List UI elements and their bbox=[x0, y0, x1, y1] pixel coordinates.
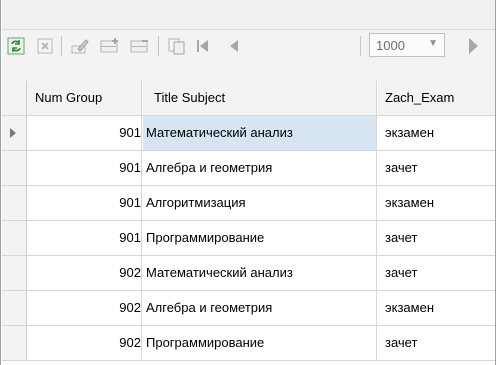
page-size-select[interactable]: 1000 ▼ bbox=[369, 33, 445, 57]
num-group-cell[interactable]: 902 bbox=[27, 256, 142, 290]
column-header[interactable]: Zach_Exam bbox=[378, 81, 495, 115]
previous-page-icon[interactable] bbox=[224, 36, 244, 56]
zach-exam-cell[interactable]: зачет bbox=[378, 151, 495, 185]
num-group-cell[interactable]: 902 bbox=[27, 326, 142, 360]
row-indicator[interactable] bbox=[2, 186, 27, 220]
refresh-icon[interactable] bbox=[6, 36, 26, 56]
first-page-icon[interactable] bbox=[192, 36, 212, 56]
table-row[interactable]: 901 Алгоритмизация экзамен bbox=[2, 186, 495, 221]
table-row[interactable]: 901 Математический анализ экзамен bbox=[2, 116, 495, 151]
row-indicator[interactable] bbox=[2, 291, 27, 325]
current-row-arrow-icon bbox=[10, 128, 16, 138]
table-row[interactable]: 902 Программирование зачет bbox=[2, 326, 495, 361]
copy-icon[interactable] bbox=[167, 36, 187, 56]
toolbar-separator bbox=[360, 36, 361, 56]
row-indicator[interactable] bbox=[2, 256, 27, 290]
row-indicator[interactable] bbox=[2, 326, 27, 360]
column-header[interactable]: Title Subject bbox=[143, 81, 377, 115]
row-indicator[interactable] bbox=[2, 221, 27, 255]
title-subject-cell[interactable]: Математический анализ bbox=[143, 256, 377, 290]
table-row[interactable]: 901 Алгебра и геометрия зачет bbox=[2, 151, 495, 186]
num-group-cell[interactable]: 901 bbox=[27, 186, 142, 220]
title-bar bbox=[2, 0, 495, 30]
num-group-cell[interactable]: 901 bbox=[27, 221, 142, 255]
toolbar: 1000 ▼ bbox=[2, 30, 495, 82]
chevron-down-icon: ▼ bbox=[428, 38, 438, 49]
title-subject-cell[interactable]: Программирование bbox=[143, 221, 377, 255]
cancel-icon[interactable] bbox=[35, 36, 55, 56]
zach-exam-cell[interactable]: экзамен bbox=[378, 291, 495, 325]
table-header: Num Group Title Subject Zach_Exam bbox=[2, 81, 495, 116]
page-size-value: 1000 bbox=[376, 38, 405, 53]
table-row[interactable]: 902 Алгебра и геометрия экзамен bbox=[2, 291, 495, 326]
num-group-cell[interactable]: 901 bbox=[27, 151, 142, 185]
table-row[interactable]: 901 Программирование зачет bbox=[2, 221, 495, 256]
title-subject-cell[interactable]: Алгоритмизация bbox=[143, 186, 377, 220]
zach-exam-cell[interactable]: экзамен bbox=[378, 186, 495, 220]
title-subject-cell[interactable]: Алгебра и геометрия bbox=[143, 291, 377, 325]
title-subject-cell[interactable]: Математический анализ bbox=[143, 116, 377, 150]
num-group-cell[interactable]: 901 bbox=[27, 116, 142, 150]
delete-row-icon[interactable] bbox=[130, 36, 150, 56]
row-indicator[interactable] bbox=[2, 116, 27, 150]
title-subject-cell[interactable]: Программирование bbox=[143, 326, 377, 360]
add-row-icon[interactable] bbox=[100, 36, 120, 56]
toolbar-separator bbox=[158, 36, 159, 56]
column-header[interactable]: Num Group bbox=[27, 81, 142, 115]
data-grid: Num Group Title Subject Zach_Exam 901 Ма… bbox=[2, 81, 495, 365]
edit-icon[interactable] bbox=[70, 36, 90, 56]
title-subject-cell[interactable]: Алгебра и геометрия bbox=[143, 151, 377, 185]
zach-exam-cell[interactable]: зачет bbox=[378, 256, 495, 290]
num-group-cell[interactable]: 902 bbox=[27, 291, 142, 325]
next-page-icon[interactable] bbox=[469, 38, 478, 54]
row-indicator[interactable] bbox=[2, 151, 27, 185]
zach-exam-cell[interactable]: зачет bbox=[378, 326, 495, 360]
grid-window: 1000 ▼ Num Group Title Subject Zach_Exam… bbox=[0, 0, 496, 365]
toolbar-separator bbox=[61, 36, 62, 56]
zach-exam-cell[interactable]: зачет bbox=[378, 221, 495, 255]
row-indicator-header bbox=[2, 81, 27, 115]
table-row[interactable]: 902 Математический анализ зачет bbox=[2, 256, 495, 291]
zach-exam-cell[interactable]: экзамен bbox=[378, 116, 495, 150]
